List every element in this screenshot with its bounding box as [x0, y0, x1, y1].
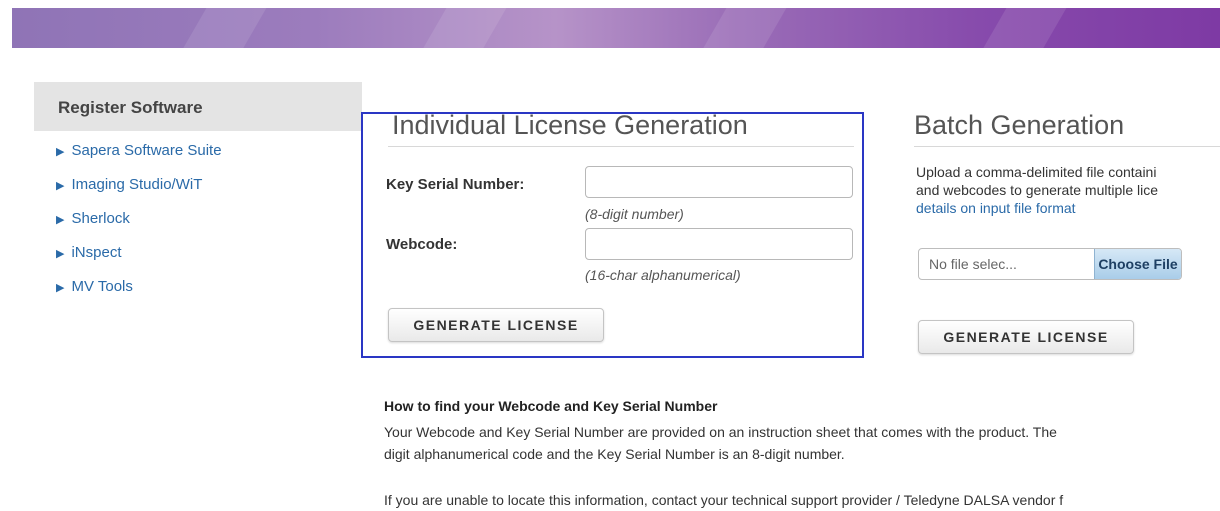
webcode-input[interactable]: [585, 228, 853, 260]
help-paragraph: Your Webcode and Key Serial Number are p…: [384, 421, 1220, 465]
batch-generate-license-button[interactable]: GENERATE LICENSE: [918, 320, 1134, 354]
help-heading: How to find your Webcode and Key Serial …: [384, 398, 718, 414]
chevron-right-icon: ▶: [56, 282, 65, 294]
sidebar-item-sherlock[interactable]: ▶ Sherlock: [56, 210, 222, 244]
key-serial-input[interactable]: [585, 166, 853, 198]
generate-license-button[interactable]: GENERATE LICENSE: [388, 308, 604, 342]
batch-file-input[interactable]: No file selec... Choose File: [918, 248, 1182, 280]
chevron-right-icon: ▶: [56, 146, 65, 158]
batch-desc-line: Upload a comma-delimited file containi: [916, 164, 1157, 180]
individual-license-title: Individual License Generation: [392, 110, 748, 140]
key-serial-label: Key Serial Number:: [386, 176, 525, 193]
sidebar-title: Register Software: [58, 98, 203, 117]
sidebar-item-label: MV Tools: [71, 278, 133, 295]
header-banner: [12, 8, 1220, 48]
webcode-label: Webcode:: [386, 236, 458, 253]
choose-file-button[interactable]: Choose File: [1094, 249, 1181, 279]
chevron-right-icon: ▶: [56, 248, 65, 260]
sidebar-item-label: Sherlock: [71, 210, 130, 227]
sidebar-item-label: Imaging Studio/WiT: [71, 176, 203, 193]
sidebar-item-sapera[interactable]: ▶ Sapera Software Suite: [56, 142, 222, 176]
sidebar-item-label: iNspect: [71, 244, 122, 261]
banner-stripe: [686, 8, 798, 48]
batch-description: Upload a comma-delimited file containi a…: [916, 163, 1220, 217]
help-line: Your Webcode and Key Serial Number are p…: [384, 424, 1057, 440]
title-divider: [388, 146, 854, 147]
banner-stripe: [166, 8, 278, 48]
file-status-text: No file selec...: [929, 256, 1017, 272]
sidebar-item-mv-tools[interactable]: ▶ MV Tools: [56, 278, 222, 312]
batch-title-divider: [914, 146, 1220, 147]
help-paragraph-2: If you are unable to locate this informa…: [384, 489, 1220, 511]
sidebar-header: Register Software: [34, 82, 362, 131]
sidebar-item-label: Sapera Software Suite: [71, 142, 222, 159]
file-format-link[interactable]: details on input file format: [916, 199, 1220, 217]
sidebar-item-imaging-studio[interactable]: ▶ Imaging Studio/WiT: [56, 176, 222, 210]
help-line: digit alphanumerical code and the Key Se…: [384, 446, 845, 462]
sidebar-item-inspect[interactable]: ▶ iNspect: [56, 244, 222, 278]
help-line: If you are unable to locate this informa…: [384, 492, 1064, 508]
batch-generation-title: Batch Generation: [914, 110, 1125, 140]
sidebar-nav: ▶ Sapera Software Suite ▶ Imaging Studio/W…: [56, 142, 222, 312]
banner-stripe: [406, 8, 518, 48]
key-serial-hint: (8-digit number): [585, 206, 684, 222]
banner-stripe: [966, 8, 1078, 48]
batch-desc-line: and webcodes to generate multiple lice: [916, 182, 1159, 198]
chevron-right-icon: ▶: [56, 214, 65, 226]
webcode-hint: (16-char alphanumerical): [585, 267, 741, 283]
chevron-right-icon: ▶: [56, 180, 65, 192]
